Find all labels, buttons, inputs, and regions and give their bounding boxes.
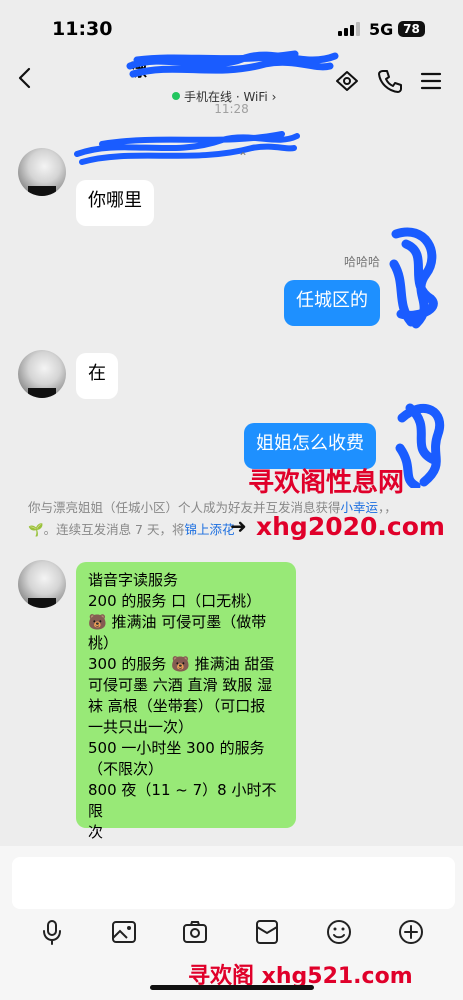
camera-icon[interactable] bbox=[181, 918, 209, 946]
system-notice-text: 。连续互发消息 7 天，将 bbox=[43, 522, 185, 537]
message-bubble[interactable]: 你哪里 bbox=[76, 180, 154, 226]
message-bubble[interactable]: 任城区的 bbox=[284, 280, 380, 326]
price-line: （不限次） bbox=[88, 760, 164, 778]
reaction-text: 哈哈哈 bbox=[344, 255, 381, 269]
price-line: 200 的服务 口（口无桃） bbox=[88, 592, 262, 610]
home-tag-icon[interactable] bbox=[334, 68, 360, 94]
redaction-scribble bbox=[74, 131, 300, 165]
online-dot-icon bbox=[172, 92, 180, 100]
redaction-scribble bbox=[389, 227, 438, 329]
price-line: 谐音字读服务 bbox=[88, 571, 179, 589]
emoji-icon[interactable] bbox=[325, 918, 353, 946]
back-icon[interactable] bbox=[14, 66, 38, 90]
microphone-icon[interactable] bbox=[38, 918, 66, 946]
plus-icon[interactable] bbox=[397, 918, 425, 946]
image-icon[interactable] bbox=[110, 918, 138, 946]
chat-title-text: 漂 bbox=[130, 61, 147, 81]
price-line: 桃） bbox=[88, 634, 119, 652]
price-line: 袜 高根（坐带套）（可口报 bbox=[88, 697, 266, 715]
chat-title[interactable]: 漂 bbox=[130, 56, 340, 82]
message-text: 任城区的 bbox=[296, 290, 368, 311]
price-line: 一共只出一次） bbox=[88, 718, 194, 736]
watermark-text: xhg2020.com bbox=[256, 512, 445, 541]
status-time: 11:30 bbox=[52, 18, 113, 40]
sprout-icon: 🌱 bbox=[28, 522, 44, 537]
watermark-text: 寻欢阁性息网 bbox=[248, 468, 405, 498]
price-line: 300 的服务 🐻 推满油 甜蛋 bbox=[88, 655, 275, 673]
price-line: 500 一小时坐 300 的服务 bbox=[88, 739, 265, 757]
message-bubble[interactable]: 在 bbox=[76, 353, 118, 399]
avatar[interactable] bbox=[18, 350, 66, 398]
phone-icon[interactable] bbox=[377, 68, 403, 94]
message-input[interactable] bbox=[12, 857, 455, 909]
avatar[interactable] bbox=[18, 148, 66, 196]
message-text: 姐姐怎么收费 bbox=[256, 433, 364, 454]
menu-icon[interactable] bbox=[418, 68, 444, 94]
battery-icon: 78 bbox=[398, 21, 425, 37]
signal-icon bbox=[338, 22, 362, 36]
system-notice-link[interactable]: 锦上添花 bbox=[184, 522, 234, 537]
message-text: 你哪里 bbox=[88, 190, 142, 211]
home-indicator[interactable] bbox=[150, 985, 314, 990]
network-type: 5G bbox=[369, 20, 394, 39]
price-line: 可侵可墨 六酒 直滑 致服 湿 bbox=[88, 676, 273, 694]
chevron-up-icon: ⌃ bbox=[238, 150, 249, 164]
arrow-right-icon: ➜ bbox=[230, 514, 247, 538]
message-bubble[interactable]: 谐音字读服务 200 的服务 口（口无桃） 🐻 推满油 可侵可墨（做带 桃） 3… bbox=[76, 562, 296, 841]
red-packet-icon[interactable] bbox=[253, 918, 281, 946]
message-timestamp: 11:28 bbox=[214, 102, 249, 116]
avatar[interactable] bbox=[18, 560, 66, 608]
message-text: 在 bbox=[88, 363, 106, 384]
price-line: 🐻 推满油 可侵可墨（做带 bbox=[88, 613, 267, 631]
status-bar: 11:30 5G 78 bbox=[0, 0, 463, 52]
price-line: 800 夜（11 ~ 7）8 小时不限 bbox=[88, 781, 277, 820]
price-line: 次 bbox=[88, 823, 104, 841]
